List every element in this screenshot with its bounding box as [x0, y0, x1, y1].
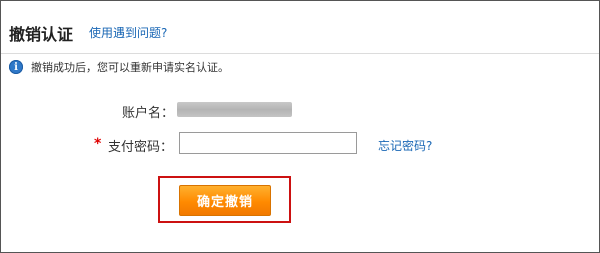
account-name-value-blurred — [177, 102, 292, 117]
help-link[interactable]: 使用遇到问题? — [89, 24, 167, 41]
confirm-revoke-button[interactable]: 确定撤销 — [179, 185, 271, 216]
required-mark: * — [94, 136, 102, 152]
panel-header: 撤销认证 使用遇到问题? — [1, 1, 599, 56]
header-divider — [1, 53, 599, 54]
page-title: 撤销认证 — [9, 25, 74, 44]
notice-bar: i 撤销成功后，您可以重新申请实名认证。 — [9, 59, 229, 75]
revoke-certification-panel: 撤销认证 使用遇到问题? i 撤销成功后，您可以重新申请实名认证。 账户名： *… — [0, 0, 600, 253]
notice-text: 撤销成功后，您可以重新申请实名认证。 — [31, 61, 229, 74]
info-icon: i — [9, 60, 23, 74]
account-name-label: 账户名： — [122, 106, 175, 121]
forgot-password-link[interactable]: 忘记密码? — [378, 137, 432, 154]
payment-password-label: 支付密码： — [108, 140, 174, 155]
payment-password-input[interactable] — [179, 132, 357, 154]
